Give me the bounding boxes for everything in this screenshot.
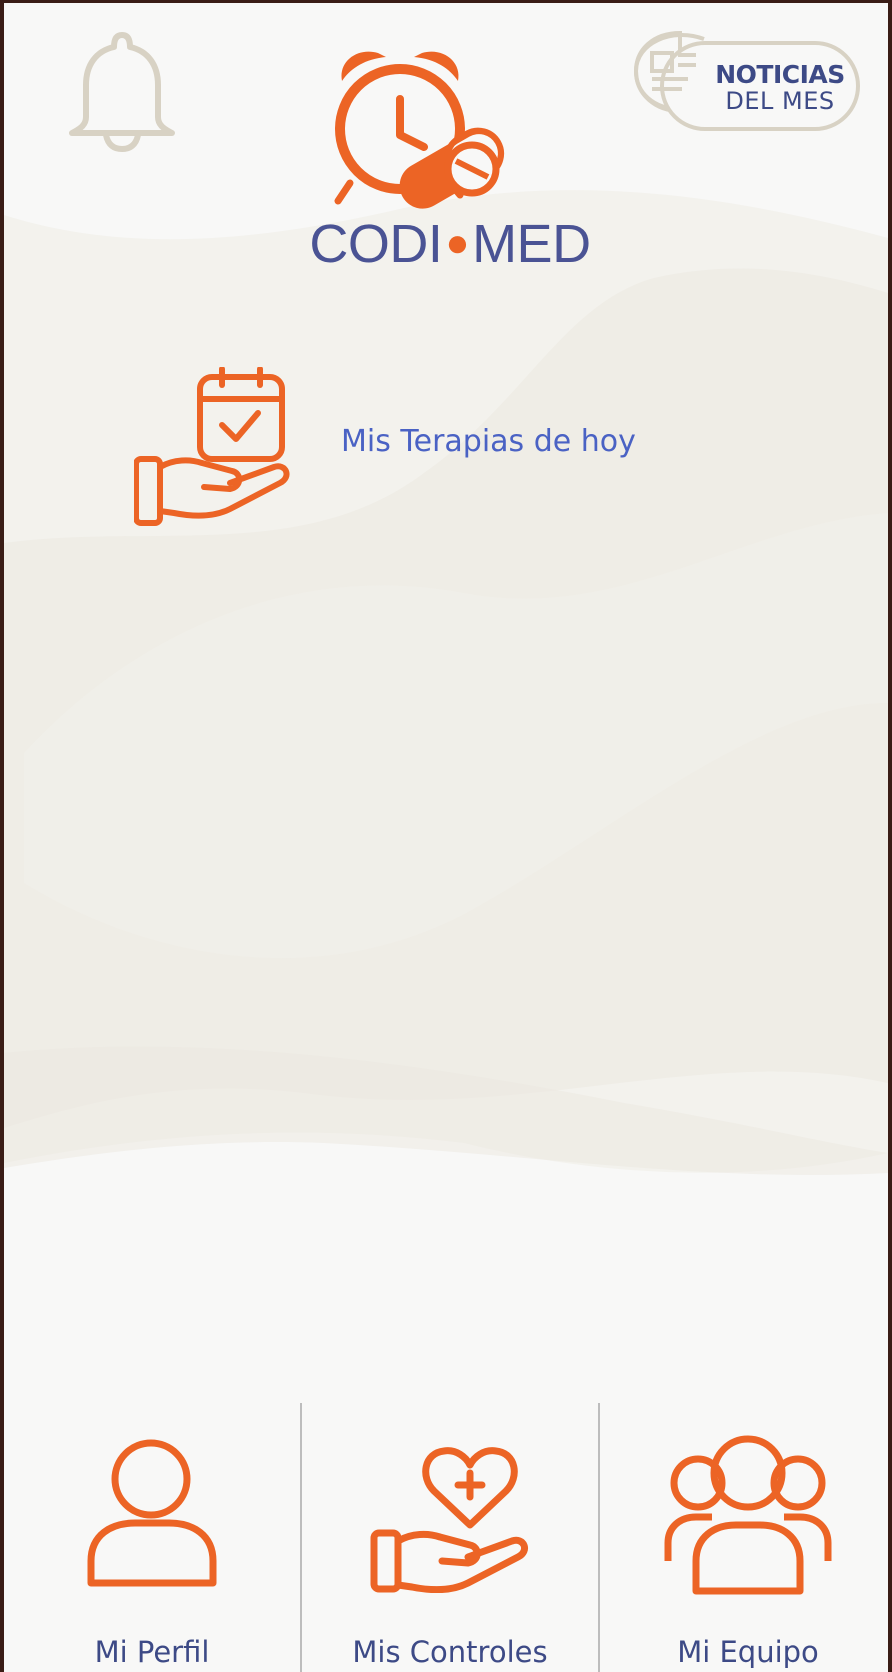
nav-label-mi-perfil: Mi Perfil bbox=[94, 1635, 210, 1669]
news-label-line1: NOTICIAS bbox=[715, 60, 845, 89]
notifications-button[interactable] bbox=[66, 29, 182, 153]
news-of-the-month-button[interactable]: NOTICIAS DEL MES bbox=[632, 29, 862, 135]
hand-heart-plus-icon bbox=[370, 1447, 528, 1593]
logo-text-left: CODI bbox=[309, 214, 443, 274]
nav-label-mis-controles: Mis Controles bbox=[352, 1635, 548, 1669]
todays-therapies-button[interactable]: Mis Terapias de hoy bbox=[134, 367, 694, 537]
todays-therapies-label: Mis Terapias de hoy bbox=[341, 424, 636, 459]
news-label-line2: DEL MES bbox=[725, 87, 835, 115]
hand-calendar-check-icon bbox=[134, 367, 290, 526]
nav-item-mi-equipo[interactable]: Mi Equipo bbox=[600, 1403, 888, 1672]
alarm-clock-pill-icon bbox=[334, 51, 505, 209]
team-icon bbox=[664, 1435, 832, 1595]
nav-item-mis-controles[interactable]: Mis Controles bbox=[302, 1403, 598, 1672]
logo-text-right: MED bbox=[472, 214, 591, 274]
logo-dot: ● bbox=[445, 221, 470, 265]
nav-item-mi-perfil[interactable]: Mi Perfil bbox=[4, 1403, 300, 1672]
app-logo: CODI●MED bbox=[300, 43, 600, 283]
app-screen: NOTICIAS DEL MES CODI●MED Mis Terapias d… bbox=[4, 3, 888, 1672]
bottom-navigation: Mi Perfil Mis Controles Mi Equipo bbox=[4, 1403, 888, 1672]
user-icon bbox=[87, 1439, 217, 1587]
nav-label-mi-equipo: Mi Equipo bbox=[677, 1635, 819, 1669]
logo-wordmark: CODI●MED bbox=[300, 213, 600, 275]
bell-icon bbox=[69, 32, 175, 152]
